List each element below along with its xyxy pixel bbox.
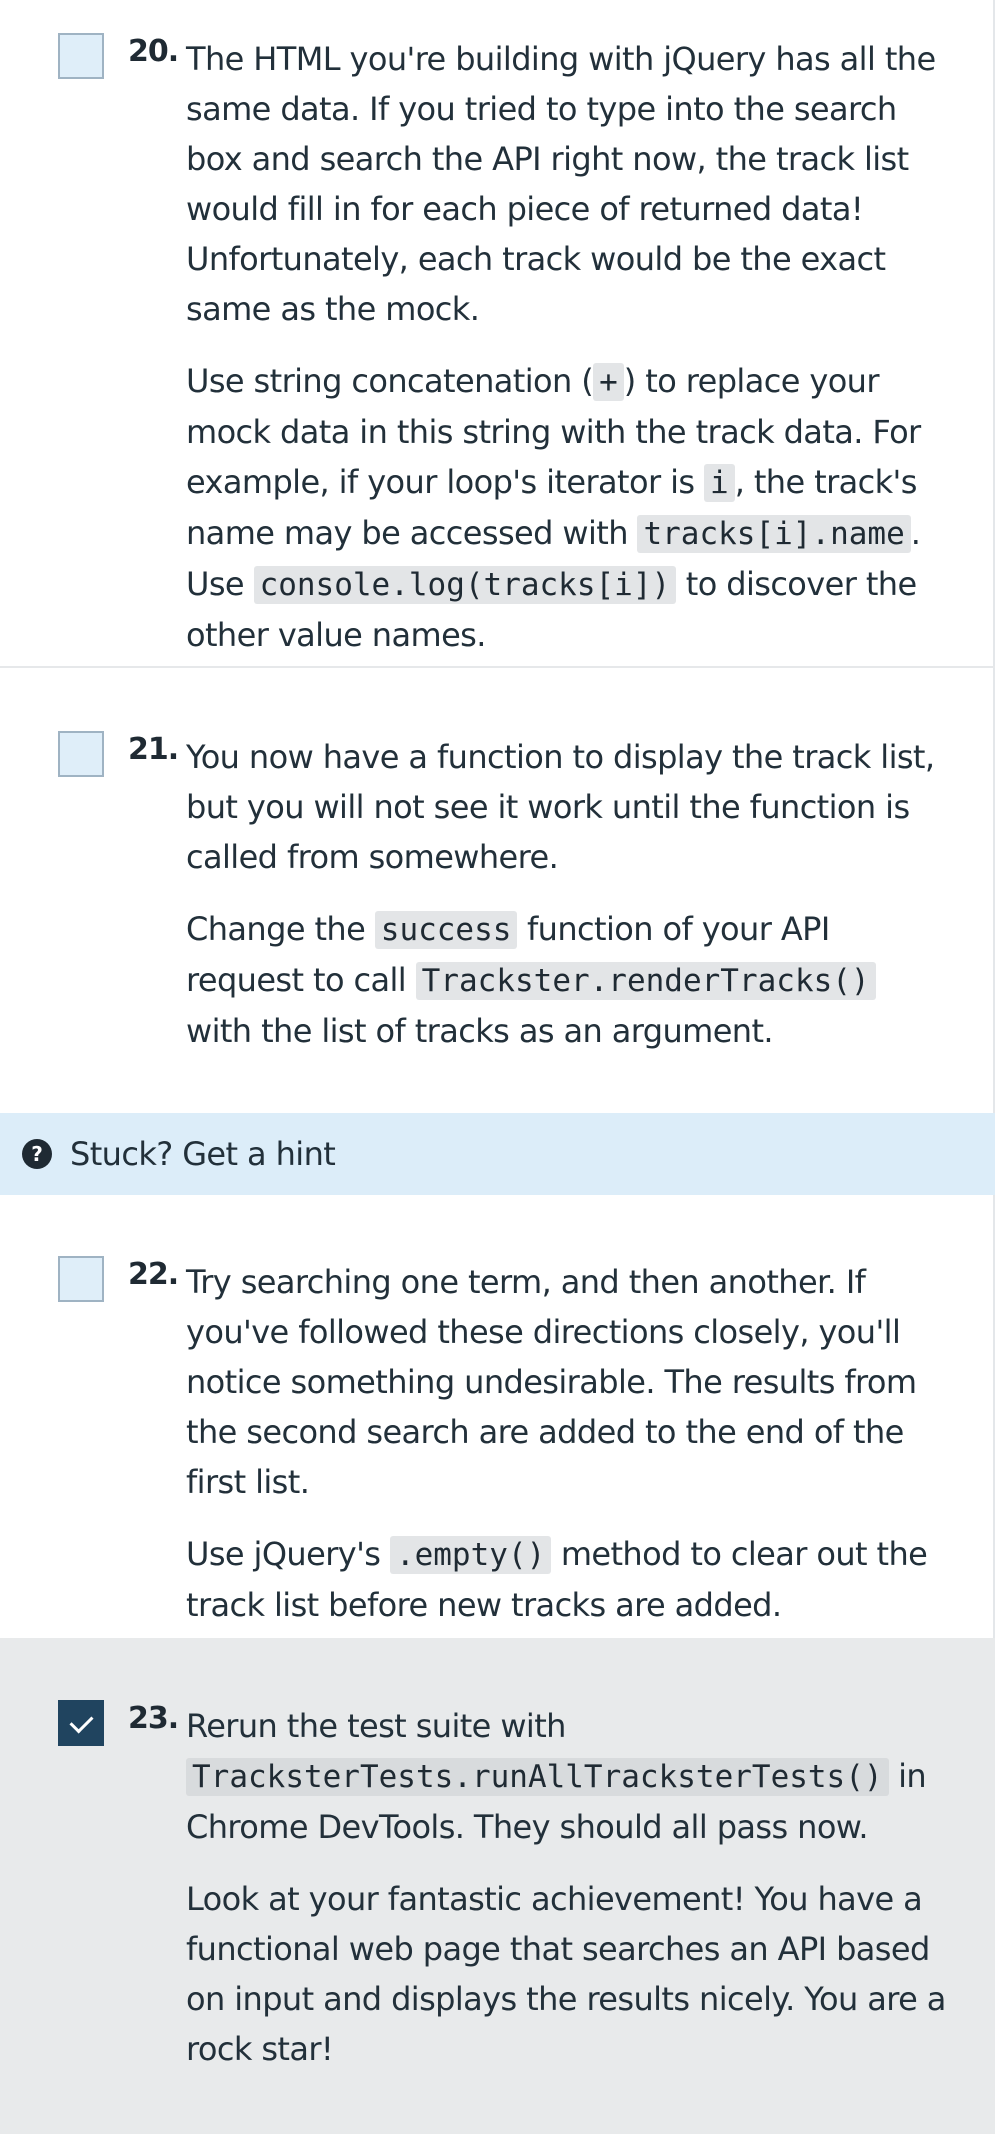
text: with the list of tracks as an argument.: [186, 1012, 774, 1050]
hint-label: Stuck? Get a hint: [70, 1135, 336, 1173]
code-empty: .empty(): [389, 1536, 552, 1574]
task-23-content: Rerun the test suite with TracksterTests…: [186, 1701, 946, 2074]
task-20-content: The HTML you're building with jQuery has…: [186, 34, 946, 660]
task-23-checkbox[interactable]: [58, 1700, 104, 1746]
code-render-tracks: Trackster.renderTracks(): [415, 962, 876, 1000]
task-23: 23. Rerun the test suite with TracksterT…: [0, 1638, 995, 2134]
task-21-paragraph-2: Change the success function of your API …: [186, 904, 946, 1056]
task-22-content: Try searching one term, and then another…: [186, 1257, 946, 1630]
code-plus: +: [593, 363, 624, 401]
task-20: 20. The HTML you're building with jQuery…: [0, 0, 995, 668]
text: Use string concatenation (: [186, 362, 594, 400]
task-20-paragraph-2: Use string concatenation (+) to replace …: [186, 356, 946, 660]
task-23-number: 23.: [128, 1701, 179, 1736]
task-21-number: 21.: [128, 732, 179, 767]
question-circle-icon: ?: [22, 1139, 52, 1169]
task-22-paragraph-1: Try searching one term, and then another…: [186, 1263, 917, 1501]
task-23-paragraph-1: Rerun the test suite with TracksterTests…: [186, 1701, 946, 1852]
task-21-checkbox[interactable]: [58, 731, 104, 777]
task-22-number: 22.: [128, 1257, 179, 1292]
hint-toggle[interactable]: ? Stuck? Get a hint: [0, 1113, 995, 1195]
task-23-paragraph-2: Look at your fantastic achievement! You …: [186, 1880, 946, 2068]
text: Change the: [186, 910, 375, 948]
task-21: 21. You now have a function to display t…: [0, 668, 995, 1113]
task-list: 20. The HTML you're building with jQuery…: [0, 0, 995, 2134]
task-20-paragraph-1: The HTML you're building with jQuery has…: [186, 40, 936, 328]
task-20-number: 20.: [128, 34, 179, 69]
text: Rerun the test suite with: [186, 1707, 566, 1745]
task-21-paragraph-1: You now have a function to display the t…: [186, 738, 935, 876]
task-22-checkbox[interactable]: [58, 1256, 104, 1302]
code-track-name: tracks[i].name: [637, 515, 911, 553]
task-22: 22. Try searching one term, and then ano…: [0, 1195, 995, 1638]
task-22-paragraph-2: Use jQuery's .empty() method to clear ou…: [186, 1529, 946, 1630]
code-success: success: [374, 911, 518, 949]
code-console-log: console.log(tracks[i]): [253, 566, 677, 604]
check-icon: [69, 1709, 94, 1734]
task-20-checkbox[interactable]: [58, 33, 104, 79]
text: Use jQuery's: [186, 1535, 390, 1573]
task-21-content: You now have a function to display the t…: [186, 732, 946, 1056]
code-iterator: i: [704, 464, 735, 502]
code-run-tests: TracksterTests.runAllTracksterTests(): [186, 1758, 889, 1796]
